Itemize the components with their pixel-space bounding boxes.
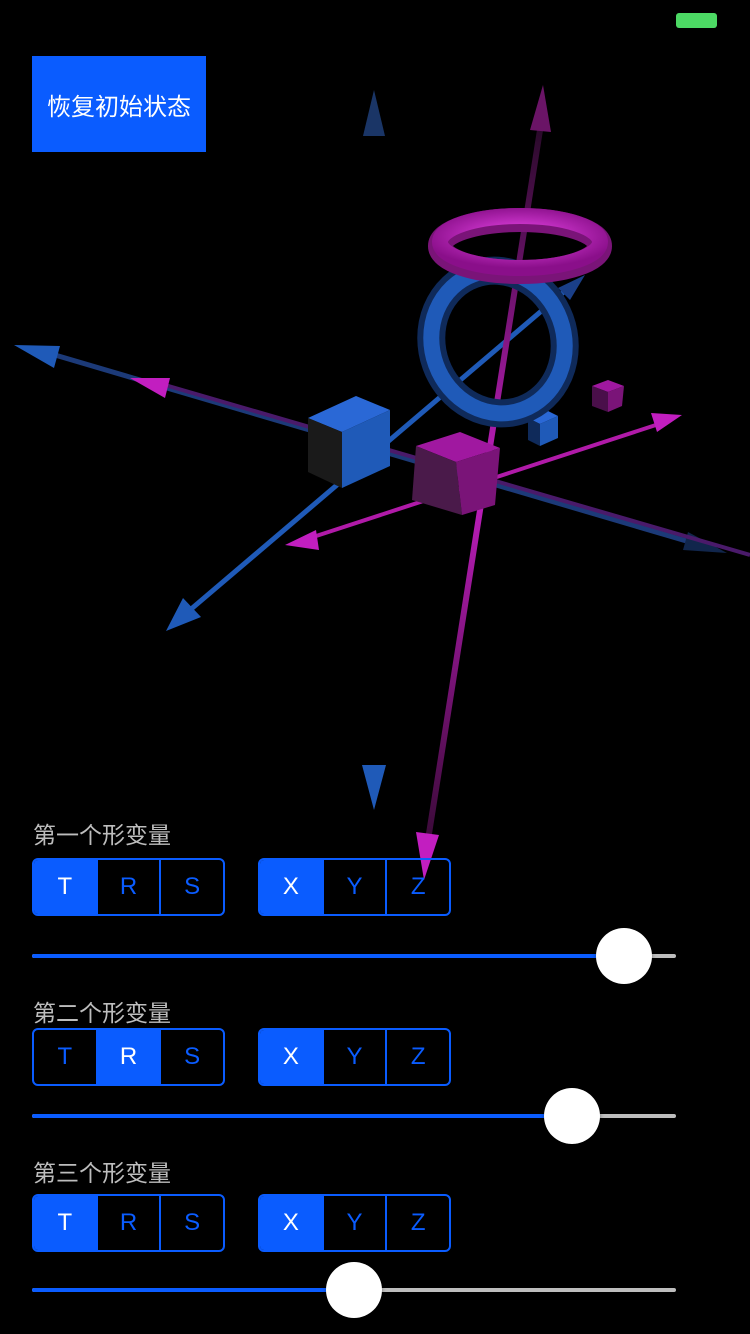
transform-3-mode-segmented: T R S — [32, 1194, 225, 1252]
transform-2-mode-s[interactable]: S — [161, 1030, 223, 1084]
blue-cube — [308, 396, 390, 488]
transform-3-axis-segmented: X Y Z — [258, 1194, 451, 1252]
transform-2-mode-segmented: T R S — [32, 1028, 225, 1086]
transform-1-mode-s[interactable]: S — [161, 860, 223, 914]
transform-1-axis-segmented: X Y Z — [258, 858, 451, 916]
transform-1-slider[interactable] — [32, 928, 676, 984]
magenta-cube — [412, 432, 500, 515]
transform-2-title: 第二个形变量 — [33, 1001, 171, 1027]
transform-2-axis-segmented: X Y Z — [258, 1028, 451, 1086]
slider-thumb[interactable] — [543, 1088, 600, 1144]
transform-3-mode-t[interactable]: T — [34, 1196, 98, 1250]
slider-fill — [32, 1288, 354, 1292]
transform-1-mode-r[interactable]: R — [98, 860, 162, 914]
transform-1-mode-t[interactable]: T — [34, 860, 98, 914]
transform-2-axis-x[interactable]: X — [260, 1030, 324, 1084]
transform-2-axis-z[interactable]: Z — [387, 1030, 449, 1084]
transform-2-axis-y[interactable]: Y — [324, 1030, 388, 1084]
small-magenta-cube — [592, 380, 624, 412]
transform-3-slider[interactable] — [32, 1262, 676, 1318]
transform-2-mode-t[interactable]: T — [34, 1030, 98, 1084]
transform-3-title: 第三个形变量 — [33, 1161, 171, 1187]
transform-3-axis-z[interactable]: Z — [387, 1196, 449, 1250]
scene-3d-viewport[interactable] — [0, 0, 750, 1334]
transform-3-axis-y[interactable]: Y — [324, 1196, 388, 1250]
reset-button[interactable]: 恢复初始状态 — [32, 56, 206, 152]
transform-3-mode-s[interactable]: S — [161, 1196, 223, 1250]
transform-1-axis-y[interactable]: Y — [324, 860, 388, 914]
transform-1-axis-x[interactable]: X — [260, 860, 324, 914]
transform-3-mode-r[interactable]: R — [98, 1196, 162, 1250]
transform-2-slider[interactable] — [32, 1088, 676, 1144]
slider-fill — [32, 954, 625, 958]
transform-1-mode-segmented: T R S — [32, 858, 225, 916]
slider-fill — [32, 1114, 572, 1118]
transform-1-axis-z[interactable]: Z — [387, 860, 449, 914]
transform-1-title: 第一个形变量 — [33, 823, 171, 849]
transform-2-mode-r[interactable]: R — [97, 1030, 162, 1084]
slider-thumb[interactable] — [326, 1262, 382, 1318]
transform-3-axis-x[interactable]: X — [260, 1196, 324, 1250]
